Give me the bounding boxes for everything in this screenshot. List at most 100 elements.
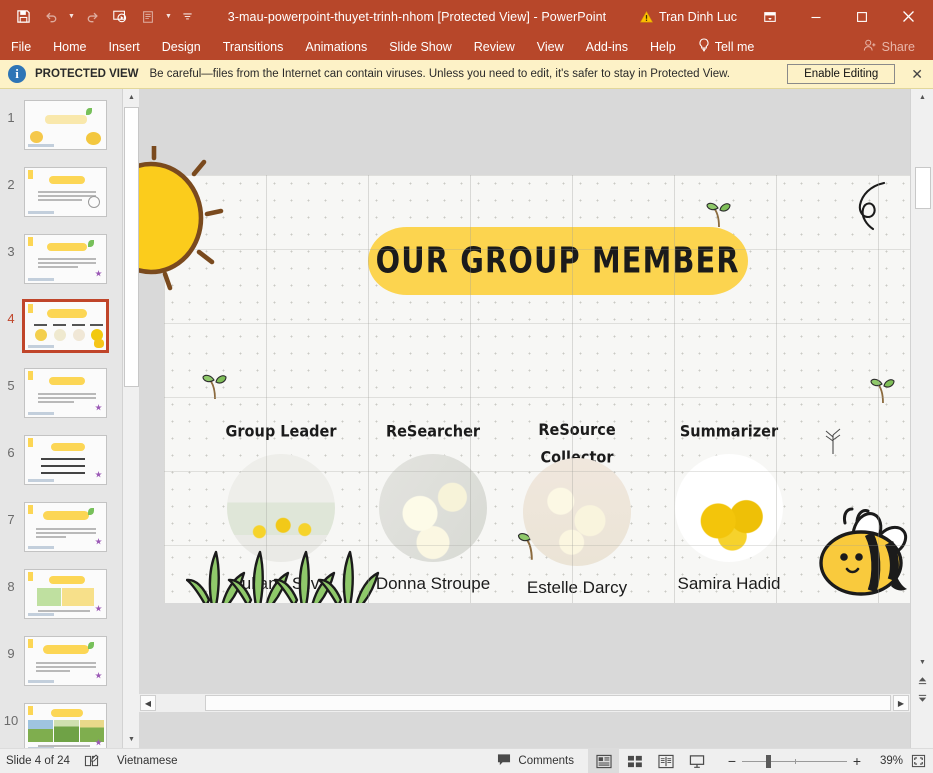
scroll-left-icon[interactable]: ◀ [140, 695, 156, 711]
ribbon-tab-file[interactable]: File [0, 33, 42, 60]
thumbnail-scroll-thumb[interactable] [124, 107, 139, 387]
thumbnail-number: 2 [0, 177, 22, 192]
comments-button[interactable]: Comments [497, 753, 574, 769]
reading-view-button[interactable] [650, 749, 681, 773]
thumbnail-preview [24, 502, 107, 552]
open-recent-dropdown-icon[interactable]: ▼ [163, 5, 174, 29]
protected-view-close-icon[interactable]: ✕ [911, 66, 923, 83]
slide-counter[interactable]: Slide 4 of 24 [0, 755, 70, 767]
maximize-button[interactable] [839, 0, 885, 33]
member-card-4[interactable]: Summarizer Samira Hadid [654, 420, 804, 594]
thumbnail-item-3[interactable]: 3 [0, 228, 122, 290]
horizontal-scroll-thumb[interactable] [205, 695, 891, 711]
fit-to-window-button[interactable] [903, 749, 933, 773]
document-title: 3-mau-powerpoint-thuyet-trinh-nhom [Prot… [198, 10, 636, 24]
share-button[interactable]: Share [863, 39, 933, 55]
tell-me-search[interactable]: Tell me [687, 33, 766, 60]
enable-editing-button[interactable]: Enable Editing [787, 64, 895, 84]
thumbnail-item-10[interactable]: 10 [0, 697, 122, 748]
slide-thumbnail-pane[interactable]: 1 2 [0, 89, 122, 748]
account-chip[interactable]: Tran Dinh Luc [636, 10, 747, 24]
thumbnail-item-5[interactable]: 5 [0, 362, 122, 424]
close-button[interactable] [885, 0, 931, 33]
thumbnail-item-9[interactable]: 9 [0, 630, 122, 692]
zoom-control[interactable]: − + [722, 749, 867, 773]
thumbnail-preview [24, 167, 107, 217]
ribbon-display-options-icon[interactable] [747, 0, 793, 33]
zoom-slider-handle[interactable] [766, 755, 771, 768]
thumbnail-scroll-down-icon[interactable]: ▼ [123, 731, 140, 748]
ribbon-tab-view[interactable]: View [526, 33, 575, 60]
undo-icon[interactable] [38, 5, 64, 29]
info-shield-icon: i [8, 65, 26, 83]
thumbnail-scrollbar[interactable]: ▲ ▼ [122, 89, 139, 748]
ribbon-tab-review[interactable]: Review [463, 33, 526, 60]
titlebar-right-group: Tran Dinh Luc [636, 0, 933, 33]
redo-icon[interactable] [79, 5, 105, 29]
scroll-right-icon[interactable]: ▶ [893, 695, 909, 711]
lightbulb-icon [698, 38, 710, 55]
sprout-icon [704, 191, 738, 229]
language-indicator[interactable]: Vietnamese [117, 755, 178, 767]
minimize-button[interactable] [793, 0, 839, 33]
powerpoint-window: ▼ ▼ 3-mau-powerpoint-thuyet-trinh-nhom [… [0, 0, 933, 773]
thumbnail-scroll-up-icon[interactable]: ▲ [123, 89, 140, 106]
undo-dropdown-icon[interactable]: ▼ [66, 5, 77, 29]
bee-icon [811, 507, 910, 599]
slide-title-banner[interactable]: OUR GROUP MEMBER [368, 227, 748, 295]
thumbnail-item-1[interactable]: 1 [0, 94, 122, 156]
vertical-scroll-thumb[interactable] [915, 167, 931, 209]
member-photo [523, 458, 631, 566]
accessibility-icon[interactable] [84, 754, 99, 768]
thumbnail-item-8[interactable]: 8 [0, 563, 122, 625]
normal-view-button[interactable] [588, 749, 619, 773]
ribbon-tab-insert[interactable]: Insert [98, 33, 151, 60]
share-label: Share [882, 40, 915, 54]
slide-title-text: OUR GROUP MEMBER [376, 240, 740, 281]
thumbnail-preview [24, 435, 107, 485]
start-presentation-icon[interactable] [107, 5, 133, 29]
member-photo [675, 454, 783, 562]
thumbnail-item-2[interactable]: 2 [0, 161, 122, 223]
ribbon-tab-home[interactable]: Home [42, 33, 97, 60]
vertical-scrollbar[interactable]: ▲ ▼ [910, 89, 933, 748]
tell-me-label: Tell me [715, 40, 755, 54]
ribbon-tab-help[interactable]: Help [639, 33, 687, 60]
zoom-out-button[interactable]: − [722, 753, 742, 769]
save-icon[interactable] [10, 5, 36, 29]
thumbnail-item-6[interactable]: 6 [0, 429, 122, 491]
slide-canvas[interactable]: OUR GROUP MEMBER Group Leader Juliana Si… [164, 175, 910, 603]
previous-slide-icon[interactable] [914, 672, 931, 689]
quick-access-toolbar: ▼ ▼ [0, 5, 198, 29]
zoom-level-label[interactable]: 39% [867, 755, 903, 767]
ribbon-tab-animations[interactable]: Animations [294, 33, 378, 60]
next-slide-icon[interactable] [914, 690, 931, 707]
scroll-down-icon[interactable]: ▼ [914, 654, 931, 671]
warning-triangle-icon [640, 11, 653, 23]
thumbnail-preview [24, 636, 107, 686]
thumbnail-item-7[interactable]: 7 [0, 496, 122, 558]
customize-quick-access-icon[interactable] [176, 5, 198, 29]
thumbnail-number: 6 [0, 445, 22, 460]
title-bar: ▼ ▼ 3-mau-powerpoint-thuyet-trinh-nhom [… [0, 0, 933, 33]
share-person-icon [863, 39, 877, 55]
member-card-3[interactable]: ReSource Collector Estelle Darcy [502, 420, 652, 598]
ribbon-tab-add-ins[interactable]: Add-ins [575, 33, 639, 60]
ribbon-tab-transitions[interactable]: Transitions [212, 33, 295, 60]
slide-sorter-view-button[interactable] [619, 749, 650, 773]
thumbnail-preview [24, 100, 107, 150]
grass-icon [186, 532, 396, 603]
comments-label: Comments [518, 755, 574, 767]
ribbon-tab-slide-show[interactable]: Slide Show [378, 33, 463, 60]
member-role: Group Leader [206, 419, 356, 446]
thumbnail-item-4[interactable]: 4 [0, 295, 122, 357]
zoom-slider[interactable] [742, 749, 847, 773]
scroll-up-icon[interactable]: ▲ [914, 89, 931, 106]
thumbnail-number: 8 [0, 579, 22, 594]
protected-view-message: Be careful—files from the Internet can c… [150, 68, 730, 80]
ribbon-tab-design[interactable]: Design [151, 33, 212, 60]
horizontal-scrollbar[interactable]: ◀ ▶ [139, 694, 910, 712]
slide-show-view-button[interactable] [681, 749, 712, 773]
open-recent-icon[interactable] [135, 5, 161, 29]
zoom-in-button[interactable]: + [847, 753, 867, 769]
